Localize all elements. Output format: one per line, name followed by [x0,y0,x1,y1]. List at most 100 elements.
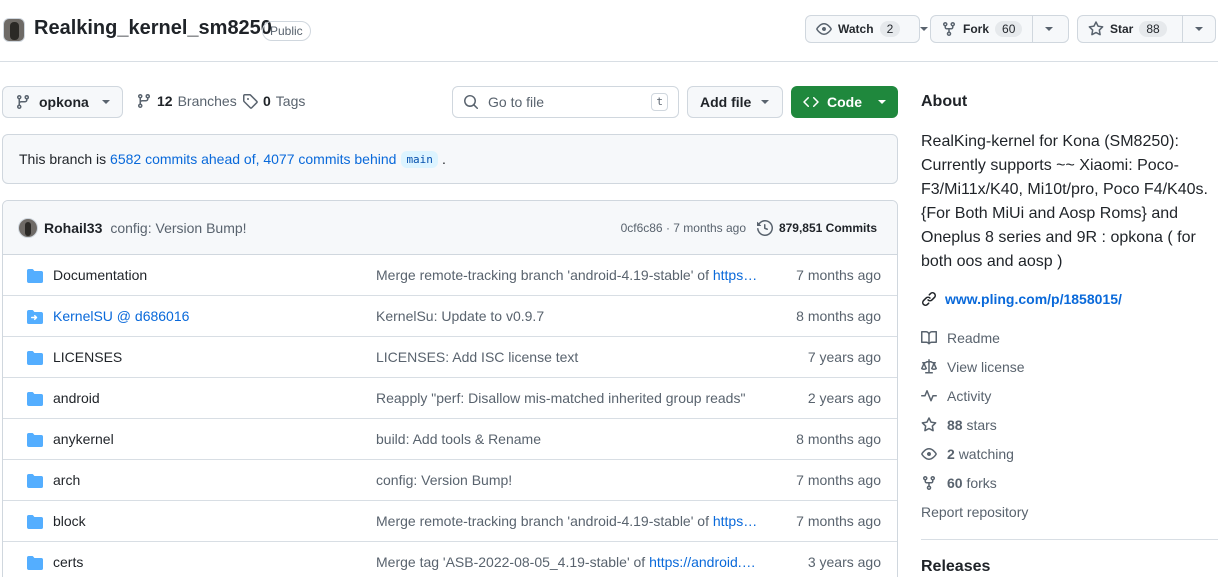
commit-message[interactable]: config: Version Bump! [376,472,766,488]
watch-main[interactable]: Watch 2 [806,16,910,42]
tags-link[interactable]: 0 Tags [242,93,305,109]
law-icon [921,359,937,374]
commit-message[interactable]: build: Add tools & Rename [376,431,766,447]
compare-link[interactable]: 6582 commits ahead of, 4077 commits behi… [110,151,396,167]
commit-message[interactable]: Merge remote-tracking branch 'android-4.… [376,267,766,283]
file-submodule-icon [27,310,43,324]
caret-down-icon [920,27,929,31]
watch-button[interactable]: Watch 2 [805,15,929,43]
report-repository-link[interactable]: Report repository [921,504,1028,520]
stars-label: stars [966,417,997,433]
commit-author[interactable]: Rohail33 [44,220,102,236]
watching-count: 2 [947,446,955,462]
star-count: 88 [1139,21,1167,37]
activity-link[interactable]: Activity [921,388,991,404]
file-table: Rohail33 config: Version Bump! 0cf6c86 ·… [2,200,898,577]
commit-sha-time[interactable]: 0cf6c86 · 7 months ago [621,221,746,235]
branches-link[interactable]: 12 Branches [136,93,237,109]
commit-age[interactable]: 2 years ago [808,390,881,406]
avatar[interactable] [18,217,38,238]
commit-message-text: Merge remote-tracking branch 'android-4.… [376,267,713,283]
commit-message-link[interactable]: https… [713,267,757,283]
go-to-file-input[interactable]: Go to file t [452,86,679,118]
commit-message[interactable]: Merge tag 'ASB-2022-08-05_4.19-stable' o… [376,554,766,570]
commit-age[interactable]: 7 months ago [796,472,881,488]
code-button[interactable]: Code [791,86,898,118]
commit-message-text: Merge remote-tracking branch 'android-4.… [376,513,713,529]
file-directory-icon [27,392,43,406]
shortcut-hint: t [651,93,668,111]
commit-message[interactable]: Merge remote-tracking branch 'android-4.… [376,513,766,529]
forks-link[interactable]: 60 forks [921,475,997,491]
star-dropdown[interactable] [1183,16,1215,42]
commit-message-text: build: Add tools & Rename [376,431,541,447]
header-divider [0,61,1218,62]
table-row[interactable]: KernelSU @ d686016 KernelSu: Update to v0… [3,296,897,337]
commit-message-text: Reapply "perf: Disallow mis-matched inhe… [376,390,746,406]
fork-dropdown[interactable] [1033,16,1065,42]
fork-button[interactable]: Fork 60 [930,15,1069,43]
commit-message-link[interactable]: https… [713,513,757,529]
repo-owner-avatar[interactable] [3,18,25,42]
forks-label: forks [966,475,997,491]
table-row[interactable]: block Merge remote-tracking branch 'andro… [3,501,897,542]
website-link[interactable]: www.pling.com/p/1858015/ [921,291,1122,307]
commit-age[interactable]: 7 years ago [808,349,881,365]
table-row[interactable]: certs Merge tag 'ASB-2022-08-05_4.19-stab… [3,542,897,577]
star-button[interactable]: Star 88 [1077,15,1216,43]
code-icon [803,96,819,108]
stars-count: 88 [947,417,963,433]
file-name[interactable]: Documentation [53,267,147,283]
file-name[interactable]: block [53,513,86,529]
website-url: www.pling.com/p/1858015/ [945,291,1122,307]
repo-forked-icon [923,476,935,491]
table-row[interactable]: Documentation Merge remote-tracking branc… [3,255,897,296]
code-label: Code [827,94,862,110]
table-row[interactable]: android Reapply "perf: Disallow mis-match… [3,378,897,419]
file-name[interactable]: LICENSES [53,349,122,365]
commit-message-link[interactable]: https://android.… [649,554,756,570]
fork-main[interactable]: Fork 60 [931,16,1032,42]
tag-icon [243,94,258,109]
commit-age[interactable]: 7 months ago [796,267,881,283]
branches-count: 12 [157,93,173,109]
file-name[interactable]: android [53,390,100,406]
branch-selector[interactable]: opkona [2,86,123,118]
table-row[interactable]: LICENSES LICENSES: Add ISC license text 7 … [3,337,897,378]
file-list: Documentation Merge remote-tracking branc… [3,255,897,577]
table-row[interactable]: arch config: Version Bump! 7 months ago [3,460,897,501]
file-name[interactable]: certs [53,554,83,570]
releases-heading[interactable]: Releases [921,558,990,576]
watching-label: watching [958,446,1014,462]
base-branch-label[interactable]: main [401,150,438,168]
commits-link[interactable]: 879,851 Commits [756,219,877,236]
stars-link[interactable]: 88 stars [921,417,997,433]
file-name[interactable]: arch [53,472,80,488]
file-name[interactable]: anykernel [53,431,114,447]
caret-down-icon [878,100,886,104]
commit-age[interactable]: 7 months ago [796,513,881,529]
file-name[interactable]: KernelSU @ d686016 [53,308,189,324]
commit-age[interactable]: 8 months ago [796,431,881,447]
watch-count: 2 [879,21,901,37]
star-icon [1088,21,1104,36]
commit-message[interactable]: Reapply "perf: Disallow mis-matched inhe… [376,390,766,406]
git-branch-icon [137,94,150,109]
branch-name: opkona [39,94,89,110]
commit-message[interactable]: LICENSES: Add ISC license text [376,349,766,365]
star-main[interactable]: Star 88 [1078,16,1177,42]
commit-age[interactable]: 8 months ago [796,308,881,324]
caret-down-icon [102,100,110,104]
table-row[interactable]: anykernel build: Add tools & Rename 8 mont… [3,419,897,460]
repo-title[interactable]: Realking_kernel_sm8250 [34,17,272,40]
commit-message-text: config: Version Bump! [376,472,513,488]
commit-age[interactable]: 3 years ago [808,554,881,570]
watch-label: Watch [838,22,874,36]
license-link[interactable]: View license [921,359,1025,375]
add-file-button[interactable]: Add file [687,86,783,118]
branch-comparison-banner: This branch is 6582 commits ahead of, 40… [2,134,898,184]
watching-link[interactable]: 2 watching [921,446,1014,462]
readme-link[interactable]: Readme [921,330,1000,346]
commit-message[interactable]: KernelSu: Update to v0.9.7 [376,308,766,324]
commit-message[interactable]: config: Version Bump! [110,220,246,236]
